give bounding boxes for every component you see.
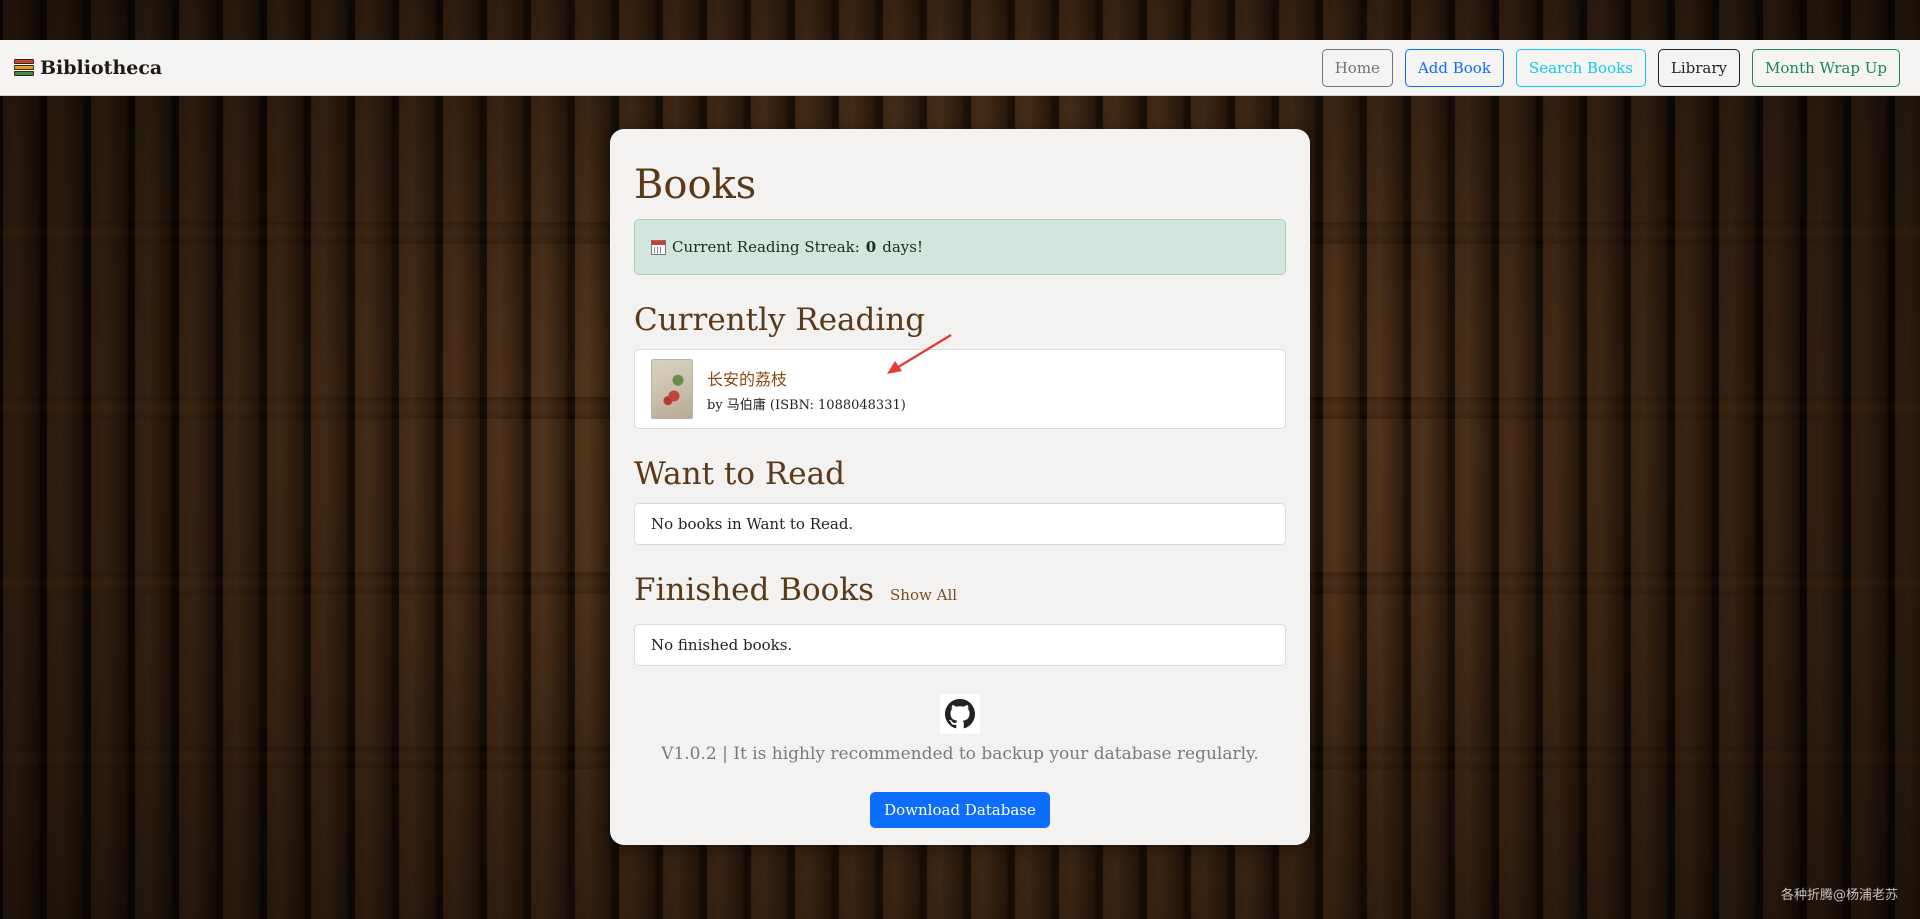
finished-books-empty: No finished books. <box>651 636 793 654</box>
streak-prefix: Current Reading Streak: <box>672 238 860 256</box>
search-books-button[interactable]: Search Books <box>1515 48 1646 87</box>
want-to-read-title: Want to Read <box>634 456 845 492</box>
download-database-button[interactable]: Download Database <box>870 792 1050 828</box>
github-logo-svg <box>945 699 975 729</box>
calendar-icon <box>651 239 666 255</box>
month-wrap-up-button[interactable]: Month Wrap Up <box>1752 48 1900 87</box>
card-footer: V1.0.2 | It is highly recommended to bac… <box>634 694 1286 828</box>
show-all-link[interactable]: Show All <box>890 576 957 614</box>
arrow-head <box>887 361 902 374</box>
finished-books-title: Finished Books <box>634 572 875 608</box>
book-cover-image[interactable] <box>651 359 693 419</box>
book-title-link[interactable]: 长安的荔枝 <box>707 366 906 390</box>
brand-name: Bibliotheca <box>40 56 163 79</box>
currently-reading-heading: Currently Reading <box>634 301 1286 339</box>
reading-streak-alert: Current Reading Streak: 0 days! <box>634 219 1286 275</box>
watermark-text: 各种折腾@杨浦老苏 <box>1780 888 1898 903</box>
page-title: Books <box>634 162 757 208</box>
currently-reading-title: Currently Reading <box>634 302 926 338</box>
github-icon[interactable] <box>940 694 980 734</box>
finished-books-heading: Finished Books Show All <box>634 571 1286 614</box>
books-card: Books Current Reading Streak: 0 days! Cu… <box>610 129 1310 845</box>
want-to-read-list: No books in Want to Read. <box>634 503 1286 545</box>
streak-count: 0 <box>865 238 877 256</box>
annotation-arrow-icon <box>887 334 952 374</box>
streak-suffix: days! <box>882 238 923 256</box>
add-book-button[interactable]: Add Book <box>1404 48 1504 87</box>
brand-link[interactable]: Bibliotheca <box>14 57 162 79</box>
currently-reading-list: 长安的荔枝 by 马伯庸 (ISBN: 1088048331) <box>634 349 1286 429</box>
book-author-isbn: by 马伯庸 (ISBN: 1088048331) <box>707 397 906 413</box>
nav-buttons: Home Add Book Search Books Library Month… <box>1321 48 1900 87</box>
version-text: V1.0.2 | It is highly recommended to bac… <box>661 744 1259 764</box>
want-to-read-empty: No books in Want to Read. <box>651 515 854 533</box>
book-info: 长安的荔枝 by 马伯庸 (ISBN: 1088048331) <box>707 366 906 413</box>
books-icon <box>14 58 34 77</box>
finished-books-list: No finished books. <box>634 624 1286 666</box>
arrow-shaft <box>894 334 952 370</box>
want-to-read-heading: Want to Read <box>634 455 1286 493</box>
list-item: 长安的荔枝 by 马伯庸 (ISBN: 1088048331) <box>635 350 1285 428</box>
top-navbar: Bibliotheca Home Add Book Search Books L… <box>0 40 1920 96</box>
home-button[interactable]: Home <box>1321 48 1393 87</box>
library-button[interactable]: Library <box>1657 48 1741 87</box>
